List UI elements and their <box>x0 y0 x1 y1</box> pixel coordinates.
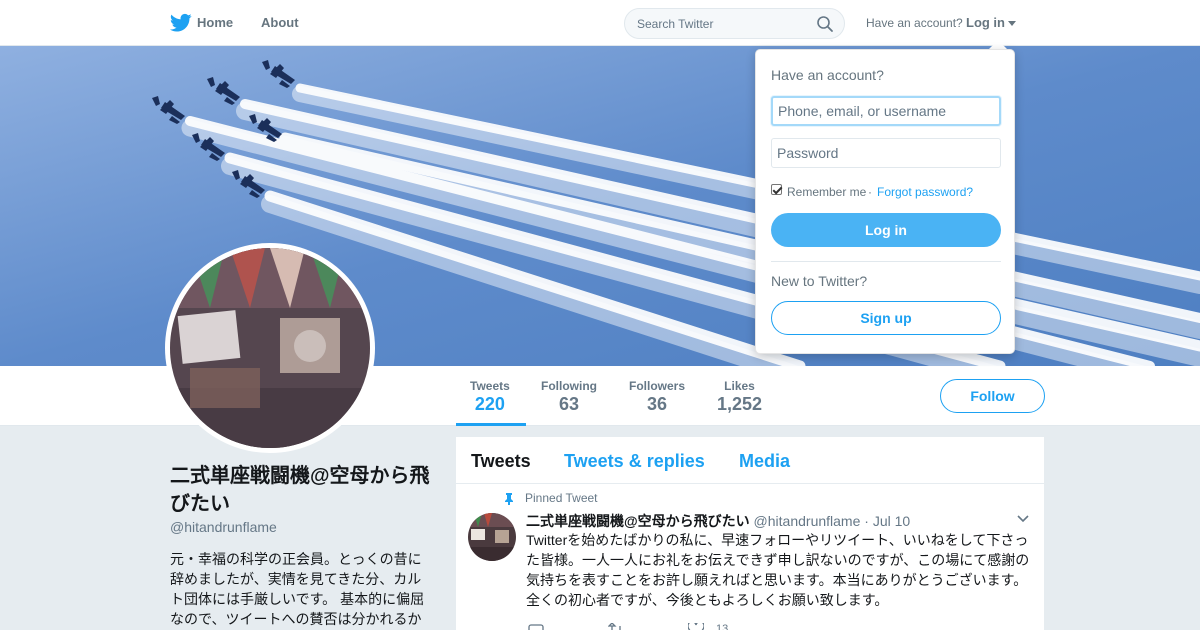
tab-tweets[interactable]: Tweets <box>471 451 531 472</box>
stat-followers[interactable]: Followers 36 <box>629 379 685 415</box>
password-field[interactable] <box>771 138 1001 168</box>
stat-value: 1,252 <box>717 394 763 414</box>
nav-about-link[interactable]: About <box>261 15 299 30</box>
stat-value: 36 <box>646 394 668 414</box>
stat-likes[interactable]: Likes 1,252 <box>717 379 762 415</box>
pin-icon <box>505 493 513 505</box>
stat-value: 220 <box>474 394 505 414</box>
remember-me-checkbox[interactable] <box>771 184 782 195</box>
active-tab-underline <box>456 423 526 426</box>
tweet-author-name[interactable]: 二式単座戦闘機@空母から飛びたい <box>526 513 750 529</box>
retweet-icon[interactable] <box>608 623 624 630</box>
stat-label: Following <box>541 379 597 393</box>
profile-bio: 元・幸福の科学の正会員。とっくの昔に辞めましたが、実情を見てきた分、カルト団体に… <box>170 551 425 627</box>
forgot-password-link[interactable]: Forgot password? <box>877 185 973 199</box>
follow-button[interactable]: Follow <box>940 379 1045 413</box>
search-icon[interactable] <box>816 15 834 33</box>
stat-label: Followers <box>629 379 686 393</box>
search-box <box>624 8 845 39</box>
like-heart-icon[interactable] <box>688 623 704 630</box>
remember-me-label[interactable]: Remember me <box>787 185 866 199</box>
new-to-twitter-text: New to Twitter? <box>771 273 868 289</box>
have-account-text: Have an account? <box>866 16 963 30</box>
stat-following[interactable]: Following 63 <box>541 379 597 415</box>
tweet-separator: · <box>864 513 869 529</box>
top-navigation-bar: Home About Have an account? Log in <box>0 0 1200 46</box>
username-field[interactable] <box>771 96 1001 126</box>
login-dropdown: Have an account? Remember me · Forgot pa… <box>755 49 1015 354</box>
tweet-date[interactable]: Jul 10 <box>873 513 910 529</box>
search-input[interactable] <box>625 9 815 38</box>
nav-home-link[interactable]: Home <box>170 15 233 30</box>
caret-down-icon[interactable] <box>1008 21 1016 26</box>
reply-icon[interactable] <box>528 623 544 630</box>
profile-handle[interactable]: @hitandrunflame <box>170 519 277 535</box>
profile-display-name: 二式単座戦闘機@空母から飛びたい <box>170 465 430 515</box>
login-button[interactable]: Log in <box>771 213 1001 247</box>
stat-label: Tweets <box>470 379 510 393</box>
tweet-author-handle[interactable]: @hitandrunflame <box>754 513 861 529</box>
tab-media[interactable]: Media <box>739 451 790 472</box>
tweet-avatar-photo <box>468 513 516 561</box>
stat-tweets[interactable]: Tweets 220 <box>470 379 510 415</box>
stat-label: Likes <box>724 379 755 393</box>
profile-avatar[interactable] <box>165 243 375 453</box>
signup-button[interactable]: Sign up <box>771 301 1001 335</box>
pinned-tweet-label: Pinned Tweet <box>525 491 598 505</box>
stat-value: 63 <box>558 394 580 414</box>
dropdown-title: Have an account? <box>771 67 884 83</box>
dropdown-divider <box>771 261 1001 262</box>
login-dropdown-toggle[interactable]: Log in <box>966 15 1005 30</box>
tweet-text: Twitterを始めたばかりの私に、早速フォローやリツイート、いいねをして下さっ… <box>526 532 1030 608</box>
tweet-header: 二式単座戦闘機@空母から飛びたい @hitandrunflame · Jul 1… <box>526 511 910 531</box>
chevron-down-icon[interactable] <box>1017 515 1029 523</box>
remember-separator: · <box>868 185 872 199</box>
like-count: 13 <box>716 623 729 630</box>
tab-tweets-and-replies[interactable]: Tweets & replies <box>564 451 705 472</box>
tweet-author-avatar[interactable] <box>468 513 516 561</box>
avatar-photo <box>170 248 370 448</box>
timeline-tabs: Tweets Tweets & replies Media <box>456 437 1044 484</box>
timeline: Tweets Tweets & replies Media Pinned Twe… <box>456 437 1044 630</box>
